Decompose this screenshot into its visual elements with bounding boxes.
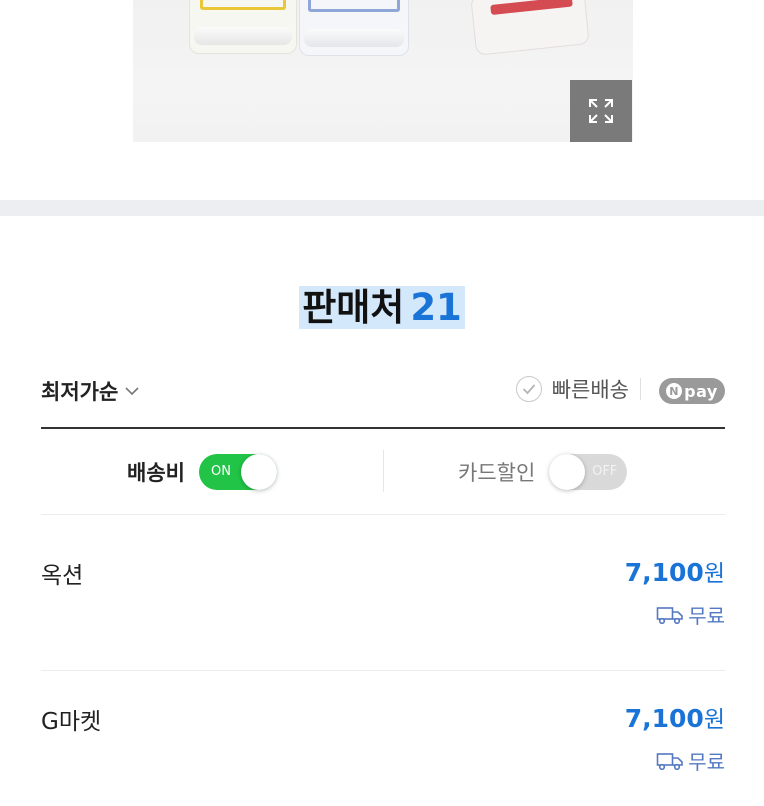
npay-label: pay	[684, 381, 718, 401]
sellers-title-label: 판매처	[302, 286, 405, 329]
toggle-knob	[240, 454, 277, 490]
price-currency: 원	[703, 707, 725, 733]
shipping-fee-toggle-group: 배송비 ON	[127, 454, 277, 490]
truck-icon	[656, 752, 683, 770]
fast-delivery-filter[interactable]: 빠른배송	[515, 374, 629, 404]
shipping-info: 무료	[656, 746, 725, 775]
fast-delivery-label: 빠른배송	[551, 378, 629, 402]
sort-filter-row: 최저가순 빠른배송 Npay	[41, 370, 725, 414]
shipping-fee-label: 배송비	[127, 461, 185, 485]
price-currency: 원	[703, 561, 725, 587]
card-discount-toggle[interactable]: OFF	[549, 454, 628, 490]
chevron-down-icon	[124, 386, 140, 396]
sellers-title: 판매처 21	[0, 282, 764, 334]
shipping-fee-toggle[interactable]: ON	[198, 454, 277, 490]
shipping-label: 무료	[688, 604, 725, 628]
sort-label: 최저가순	[41, 380, 119, 404]
seller-name: G마켓	[41, 709, 102, 735]
toggle-knob	[549, 454, 586, 490]
seller-name: 옥션	[41, 563, 84, 589]
section-divider	[0, 200, 764, 216]
expand-image-button[interactable]	[570, 80, 632, 142]
seller-row[interactable]: 옥션 7,100원 무료	[41, 540, 725, 660]
price-value: 7,100	[624, 558, 704, 587]
product-bottle-red	[470, 0, 590, 56]
header-underline	[41, 427, 725, 429]
product-image	[133, 0, 633, 142]
price-value: 7,100	[624, 704, 704, 733]
shipping-info: 무료	[656, 600, 725, 629]
card-discount-toggle-group: 카드할인 OFF	[458, 454, 628, 490]
row-divider	[41, 670, 725, 671]
row-divider	[41, 514, 725, 515]
seller-row[interactable]: G마켓 7,100원 무료	[41, 686, 725, 806]
shipping-label: 무료	[688, 750, 725, 774]
card-discount-label: 카드할인	[458, 461, 536, 485]
filter-separator	[640, 378, 641, 400]
product-bottle-yellow	[189, 0, 297, 54]
expand-icon	[589, 99, 613, 123]
seller-price: 7,100원	[625, 700, 725, 734]
toggle-state-text: OFF	[592, 464, 618, 479]
sort-dropdown[interactable]: 최저가순	[41, 376, 140, 406]
truck-icon	[656, 606, 683, 624]
check-circle-icon	[515, 376, 542, 402]
toggle-row: 배송비 ON 카드할인 OFF	[41, 440, 725, 504]
npay-n-icon: N	[666, 383, 683, 399]
toggle-separator	[383, 450, 384, 492]
sellers-count: 21	[410, 286, 462, 329]
seller-price: 7,100원	[625, 554, 725, 588]
product-bottle-blue	[299, 0, 409, 56]
toggle-state-text: ON	[210, 464, 231, 479]
npay-filter-button[interactable]: Npay	[659, 378, 725, 404]
